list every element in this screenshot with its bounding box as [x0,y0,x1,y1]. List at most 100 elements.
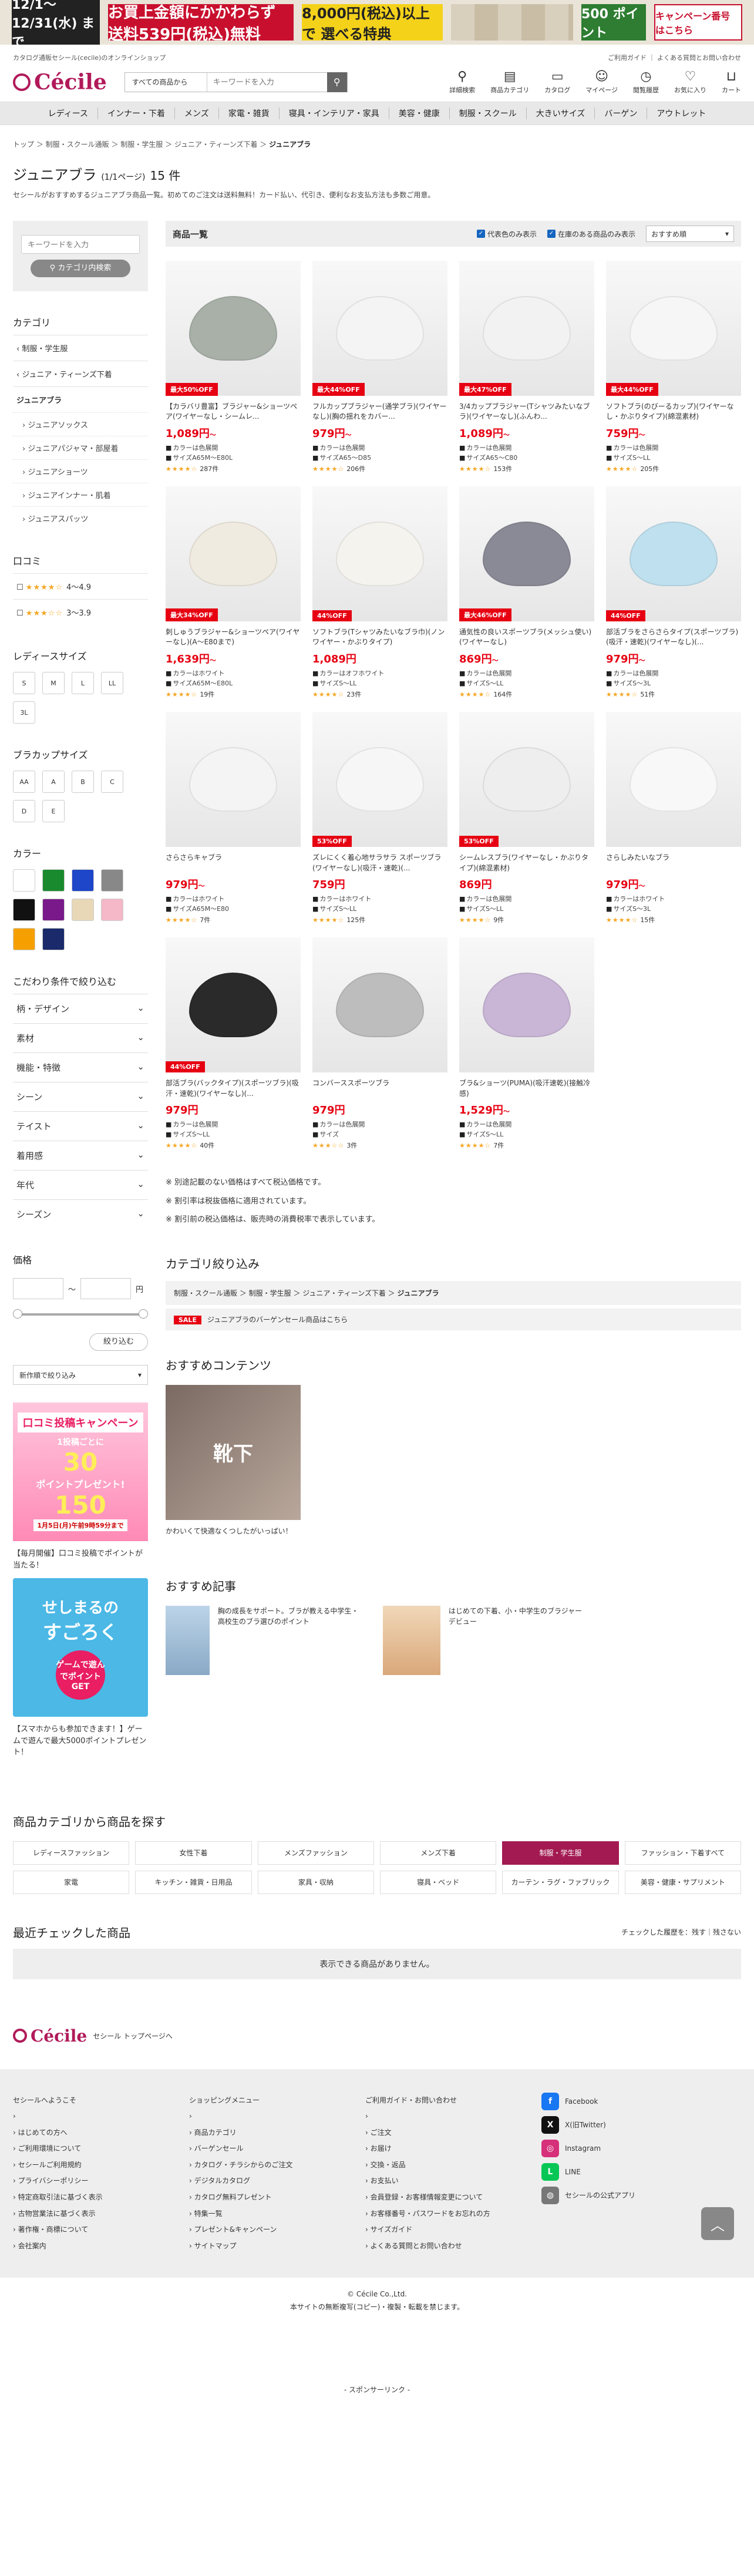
gnav-item[interactable]: インナー・下着 [98,107,175,119]
category-sub[interactable]: ‹ ジュニア・ティーンズ下着 [13,361,148,386]
color-swatch[interactable] [72,869,94,892]
product-image[interactable] [459,937,594,1073]
color-swatch[interactable] [13,928,35,950]
condition-accordion[interactable]: シーン ⌄ [13,1082,148,1111]
gnav-item[interactable]: 寝具・インテリア・家具 [280,107,389,119]
category-item[interactable]: › ジュニアスパッツ [13,506,148,530]
product-name[interactable]: 部活ブラ(バックタイプ)(スポーツブラ)(吸汗・速乾)(ワイヤーなし)(... [166,1078,301,1098]
footer-link[interactable]: 著作権・商標について [13,2222,189,2238]
category-browse-item[interactable]: メンズファッション [257,1841,374,1865]
footer-brand[interactable]: Cécile セシール トップページへ [0,2026,754,2046]
campaign-banner[interactable]: 12/1〜 12/31(水) まで お買上金額にかかわらず 送料539円(税込)… [0,0,754,50]
sort-order-select[interactable]: おすすめ順 ▾ [646,226,734,242]
article-item[interactable]: はじめての下着、小・中学生のブラジャーデビュー [383,1605,583,1675]
product-image[interactable]: 44%OFF [606,486,741,622]
back-to-top-button[interactable]: ︿ [701,2207,734,2240]
sugoroku-caption[interactable]: 【スマホからも参加できます！】ゲームで遊んで最大5000ポイントプレゼント！ [13,1717,148,1765]
footer-link[interactable]: サイトマップ [189,2238,365,2255]
product-image[interactable]: 53%OFF [459,712,594,848]
condition-accordion[interactable]: テイスト ⌄ [13,1111,148,1141]
footer-link[interactable]: はじめての方へ [13,2125,189,2141]
header-icon-1[interactable]: ▤ 商品カテゴリ [490,69,529,95]
gnav-item[interactable]: アウトレット [647,107,715,119]
gnav-item[interactable]: 美容・健康 [389,107,450,119]
product-name[interactable]: 部活ブラをさらさらタイプ(スポーツブラ)(吸汗・速乾)(ワイヤーなし)(... [606,627,741,647]
cup-chip[interactable]: D [13,800,35,822]
product-card[interactable]: コンバーススポーツブラ 979円カラーは色展開サイズ ★★★☆☆3件 [312,937,447,1150]
footer-link[interactable]: セシールご利用規約 [13,2157,189,2174]
product-image[interactable]: 最大44%OFF [606,261,741,396]
footer-link[interactable]: ご利用環境について [13,2141,189,2157]
gnav-item[interactable]: バーゲン [595,107,648,119]
product-image[interactable]: 最大34%OFF [166,486,301,622]
gnav-item[interactable]: レディース [39,107,98,119]
cup-chip[interactable]: A [42,771,65,793]
sugoroku-promo[interactable]: せしまるの すごろく ゲームで遊んでポイントGET [13,1578,148,1717]
product-card[interactable]: ブラ&ショーツ(PUMA)(吸汗速乾)(接触冷感) 1,529円〜カラーは色展開サ… [459,937,594,1150]
social-link[interactable]: ◎ Instagram [541,2139,635,2157]
social-link[interactable]: X X(旧Twitter) [541,2116,635,2134]
product-card[interactable]: さらさらキャブラ979円〜カラーはホワイトサイズA65M〜E80★★★★☆7件 [166,712,301,924]
footer-link[interactable]: ご注文 [365,2125,541,2141]
category-browse-item[interactable]: カーテン・ラグ・ファブリック [502,1870,619,1894]
condition-accordion[interactable]: 年代 ⌄ [13,1170,148,1199]
condition-accordion[interactable]: シーズン ⌄ [13,1199,148,1229]
product-name[interactable]: ソフトブラ(のびーるカップ)(ワイヤーなし・かぶりタイプ)(綿混素材) [606,402,741,422]
category-browse-item[interactable]: キッチン・雑貨・日用品 [135,1870,252,1894]
price-max-input[interactable] [80,1278,132,1299]
price-min-input[interactable] [13,1278,63,1299]
product-name[interactable]: 3/4カップブラジャー(Tシャツみたいなブラ)(ワイヤーなし)(ふんわ... [459,402,594,422]
category-browse-item[interactable]: 家電 [13,1870,130,1894]
product-card[interactable]: 最大44%OFF フルカップブラジャー(通学ブラ)(ワイヤーなし)(胸の揺れをカバ… [312,261,447,473]
narrow-button[interactable]: 絞り込む [89,1333,148,1351]
product-name[interactable]: ズレにくく着心地サラサラ スポーツブラ(ワイヤーなし)(吸汗・速乾)(... [312,853,447,873]
product-card[interactable]: 44%OFF 部活ブラ(バックタイプ)(スポーツブラ)(吸汗・速乾)(ワイヤーなし… [166,937,301,1150]
socks-content-caption[interactable]: かわいくて快適なくつしたがいっぱい！ [166,1526,741,1536]
gnav-item[interactable]: 家電・雑貨 [219,107,280,119]
footer-link[interactable]: 商品カテゴリ [189,2125,365,2141]
product-card[interactable]: 最大34%OFF 刺しゅうブラジャー&ショーツペア(ワイヤーなし)(A〜E80まで… [166,486,301,699]
footer-link[interactable]: 会員登録・お客様情報変更について [365,2190,541,2206]
footer-link[interactable]: プレゼント&キャンペーン [189,2222,365,2238]
representative-color-checkbox[interactable]: ✓ 代表色のみ表示 [476,229,537,239]
header-icon-5[interactable]: ♡ お気に入り [674,69,706,95]
product-image[interactable] [606,712,741,848]
sale-link[interactable]: SALE ジュニアブラのバーゲンセール商品はこちら [166,1308,741,1330]
category-item[interactable]: › ジュニアソックス [13,412,148,436]
history-toggle[interactable]: チェックした履歴を：残す｜残さない [621,1927,741,1937]
social-link[interactable]: f Facebook [541,2092,635,2110]
banner-free-shipping[interactable]: お買上金額にかかわらず 送料539円(税込)無料 [108,4,294,43]
footer-link[interactable]: プライバシーポリシー [13,2173,189,2190]
review-filter[interactable]: ☐ ★★★☆☆ 3〜3.9 [13,599,148,625]
top-help-links[interactable]: ご利用ガイド ｜ よくある質問とお問い合わせ [608,53,741,62]
product-card[interactable]: 44%OFF 部活ブラをさらさらタイプ(スポーツブラ)(吸汗・速乾)(ワイヤーなし… [606,486,741,699]
product-image[interactable]: 44%OFF [312,486,447,622]
product-name[interactable]: ソフトブラ(Tシャツみたいなブラ巾)(ノンワイヤー・かぶりタイプ) [312,627,447,647]
product-image[interactable]: 最大44%OFF [312,261,447,396]
category-refine-breadcrumb[interactable]: 制服・スクール通販 ＞ 制服・学生服 ＞ ジュニア・ティーンズ下着 ＞ ジュニア… [166,1280,741,1305]
product-card[interactable]: 最大44%OFF ソフトブラ(のびーるカップ)(ワイヤーなし・かぶりタイプ)(綿混… [606,261,741,473]
size-chip[interactable]: L [72,672,94,694]
category-browse-item[interactable]: ファッション・下着すべて [624,1841,741,1865]
size-chip[interactable]: 3L [13,701,35,724]
footer-link[interactable]: 古物営業法に基づく表示 [13,2206,189,2222]
footer-link[interactable]: 会社案内 [13,2238,189,2255]
cup-chip[interactable]: B [72,771,94,793]
price-slider[interactable] [13,1309,148,1319]
category-item[interactable]: › ジュニアインナー・肌着 [13,483,148,506]
product-image[interactable] [166,712,301,848]
color-swatch[interactable] [42,928,65,950]
product-image[interactable]: 最大46%OFF [459,486,594,622]
product-name[interactable]: ブラ&ショーツ(PUMA)(吸汗速乾)(接触冷感) [459,1078,594,1098]
socks-content-image[interactable]: 靴下 [166,1384,301,1520]
category-item[interactable]: › ジュニアパジャマ・部屋着 [13,436,148,459]
cecile-logo[interactable]: Cécile [13,70,107,95]
footer-link[interactable]: お客様番号・パスワードをお忘れの方 [365,2206,541,2222]
footer-link[interactable]: 特集一覧 [189,2206,365,2222]
banner-points[interactable]: 500 ポイント [581,4,646,41]
product-name[interactable]: さらしみたいなブラ [606,853,741,873]
product-name[interactable]: シームレスブラ(ワイヤーなし・かぶりタイプ)(綿混素材) [459,853,594,873]
product-card[interactable]: 44%OFF ソフトブラ(Tシャツみたいなブラ巾)(ノンワイヤー・かぶりタイプ) 1… [312,486,447,699]
product-card[interactable]: 最大46%OFF 通気性の良いスポーツブラ(メッシュ使い)(ワイヤーなし) 869円… [459,486,594,699]
footer-link[interactable]: サイズガイド [365,2222,541,2238]
